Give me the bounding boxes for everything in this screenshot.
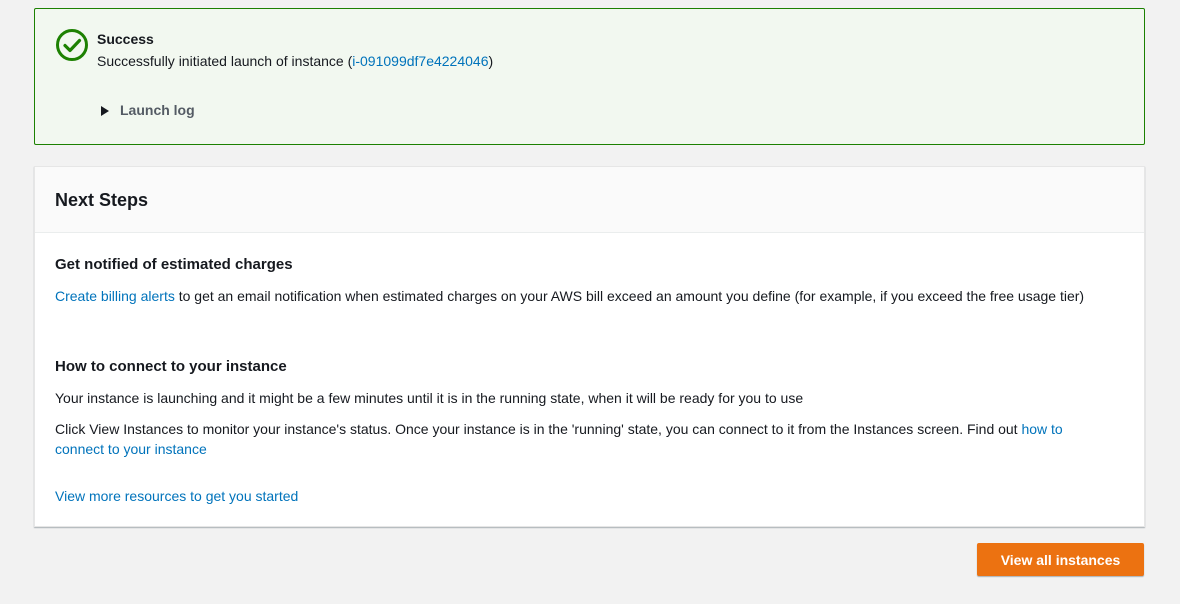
instance-id-link[interactable]: i-091099df7e4224046 xyxy=(352,53,488,69)
alert-message: Successfully initiated launch of instanc… xyxy=(97,53,493,69)
billing-section-title: Get notified of estimated charges xyxy=(55,256,293,273)
success-check-icon xyxy=(56,29,88,61)
alert-message-prefix: Successfully initiated launch of instanc… xyxy=(97,53,353,69)
connect-paragraph-1: Your instance is launching and it might … xyxy=(55,390,804,406)
billing-text: to get an email notification when estima… xyxy=(174,288,1085,304)
view-more-resources-link[interactable]: View more resources to get you started xyxy=(55,488,298,504)
connect-paragraph-2: Click View Instances to monitor your ins… xyxy=(55,419,1115,459)
launch-log-toggle[interactable]: Launch log xyxy=(101,102,195,118)
create-billing-alerts-link[interactable]: Create billing alerts xyxy=(55,288,175,304)
caret-right-icon xyxy=(101,105,109,116)
launch-log-label: Launch log xyxy=(120,102,195,118)
alert-title: Success xyxy=(97,31,154,47)
next-steps-panel: Next Steps Get notified of estimated cha… xyxy=(34,166,1145,527)
success-alert: Success Successfully initiated launch of… xyxy=(34,8,1145,145)
next-steps-heading: Next Steps xyxy=(55,190,149,210)
connect-section-title: How to connect to your instance xyxy=(55,358,287,375)
alert-message-suffix: ) xyxy=(488,53,494,69)
connect-paragraph-2-text: Click View Instances to monitor your ins… xyxy=(55,421,1022,437)
billing-paragraph: Create billing alerts to get an email no… xyxy=(55,286,1115,306)
view-all-instances-button[interactable]: View all instances xyxy=(977,543,1144,576)
next-steps-header: Next Steps xyxy=(35,167,1144,233)
more-resources-row: View more resources to get you started xyxy=(55,486,1115,506)
